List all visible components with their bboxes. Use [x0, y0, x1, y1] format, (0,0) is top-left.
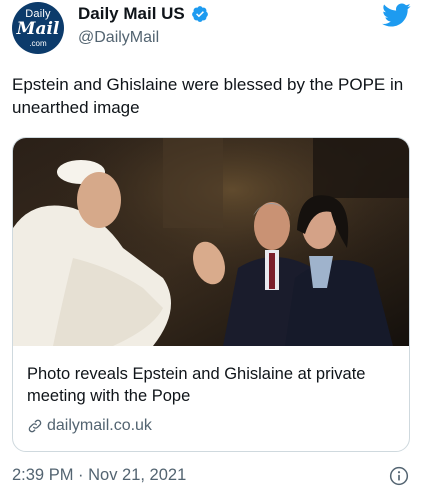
tweet-embed: Daily Mail .com Daily Mail US @DailyMail… [0, 0, 423, 500]
card-photo[interactable] [13, 138, 410, 346]
card-domain[interactable]: dailymail.co.uk [47, 417, 152, 435]
avatar-line-3: .com [29, 38, 47, 48]
author-handle[interactable]: @DailyMail [78, 29, 159, 47]
twitter-bird-icon[interactable] [381, 2, 411, 28]
avatar[interactable]: Daily Mail .com [12, 2, 64, 54]
tweet-text: Epstein and Ghislaine were blessed by th… [12, 75, 404, 117]
info-icon[interactable] [389, 466, 409, 486]
link-icon [28, 419, 42, 433]
avatar-line-1: Daily [25, 7, 51, 20]
tweet-timestamp[interactable]: 2:39 PM · Nov 21, 2021 [12, 466, 186, 485]
card-domain-row[interactable]: dailymail.co.uk [27, 417, 152, 435]
display-name[interactable]: Daily Mail US [78, 4, 185, 24]
avatar-line-2: Mail [16, 18, 60, 39]
author-name-row[interactable]: Daily Mail US [78, 4, 209, 24]
verified-badge-icon [191, 6, 208, 22]
link-preview-card[interactable]: Photo reveals Epstein and Ghislaine at p… [12, 137, 410, 452]
card-title[interactable]: Photo reveals Epstein and Ghislaine at p… [27, 363, 397, 407]
